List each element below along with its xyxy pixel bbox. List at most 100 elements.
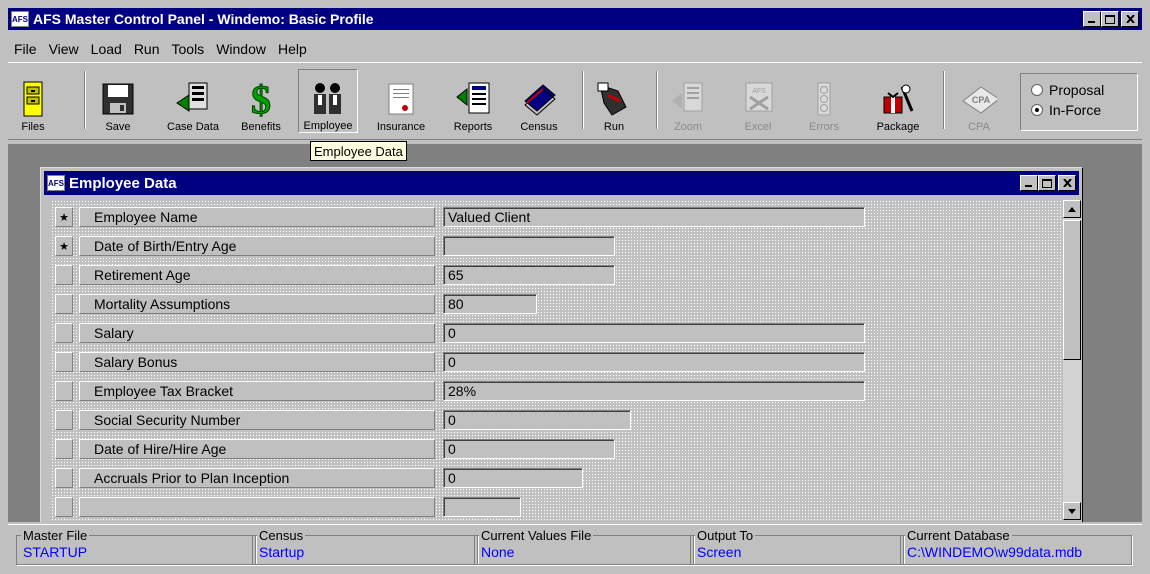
- proposal-radio-option[interactable]: Proposal: [1031, 80, 1137, 100]
- status-caption: Current Values File: [479, 528, 594, 543]
- cpa-button[interactable]: CPA CPA: [956, 69, 1002, 133]
- status-current-values-file: Current Values File None: [474, 528, 694, 565]
- field-value-input[interactable]: 0: [443, 410, 631, 430]
- zoom-button[interactable]: Zoom: [668, 69, 708, 133]
- insurance-label: Insurance: [376, 121, 426, 133]
- menu-file[interactable]: File: [14, 41, 37, 57]
- field-value-input[interactable]: 0: [443, 468, 583, 488]
- table-row: Mortality Assumptions 80: [51, 291, 1051, 317]
- row-selector[interactable]: [55, 497, 73, 517]
- minimize-icon[interactable]: [1083, 11, 1101, 27]
- cpa-label: CPA: [968, 121, 990, 133]
- menu-run[interactable]: Run: [134, 41, 160, 57]
- reports-button[interactable]: Reports: [448, 69, 498, 133]
- table-row: Salary 0: [51, 320, 1051, 346]
- afs-app-icon[interactable]: AFS: [11, 11, 29, 27]
- row-selector[interactable]: [55, 410, 73, 430]
- field-value-input[interactable]: 80: [443, 294, 537, 314]
- excel-button[interactable]: AFS Excel: [738, 69, 778, 133]
- errors-button[interactable]: Errors: [804, 69, 844, 133]
- field-label: Date of Birth/Entry Age: [79, 236, 435, 256]
- status-output-to: Output To Screen: [690, 528, 904, 565]
- benefits-button[interactable]: $ Benefits: [234, 69, 288, 133]
- scroll-up-icon[interactable]: [1063, 200, 1081, 218]
- main-title-bar[interactable]: AFS AFS Master Control Panel - Windemo: …: [8, 8, 1142, 30]
- menu-bar: File View Load Run Tools Window Help: [8, 38, 319, 60]
- package-button[interactable]: Package: [868, 69, 928, 133]
- field-value-input[interactable]: 0: [443, 439, 615, 459]
- window-title: AFS Master Control Panel - Windemo: Basi…: [33, 11, 374, 27]
- save-label: Save: [105, 121, 131, 133]
- status-value: None: [481, 544, 515, 560]
- census-button[interactable]: Census: [514, 69, 564, 133]
- child-title-bar[interactable]: AFS Employee Data: [44, 171, 1079, 195]
- insurance-button[interactable]: Insurance: [366, 69, 436, 133]
- table-row: [51, 494, 1051, 520]
- row-selector[interactable]: [55, 439, 73, 459]
- filing-cabinet-icon: [15, 81, 51, 117]
- close-icon[interactable]: [1058, 175, 1076, 191]
- required-star-icon[interactable]: ★: [55, 207, 73, 227]
- status-bar: Master File STARTUP Census Startup Curre…: [8, 524, 1142, 574]
- svg-text:AFS: AFS: [752, 88, 766, 95]
- files-button[interactable]: Files: [18, 69, 48, 133]
- minimize-icon[interactable]: [1020, 175, 1038, 191]
- reports-icon: [455, 81, 491, 117]
- excel-label: Excel: [744, 121, 772, 133]
- field-value-input[interactable]: 28%: [443, 381, 865, 401]
- run-button[interactable]: Run: [594, 69, 634, 133]
- field-value-input[interactable]: [443, 236, 615, 256]
- maximize-icon[interactable]: [1101, 11, 1119, 27]
- field-label: Retirement Age: [79, 265, 435, 285]
- field-label: Accruals Prior to Plan Inception: [79, 468, 435, 488]
- table-row: Salary Bonus 0: [51, 349, 1051, 375]
- required-star-icon[interactable]: ★: [55, 236, 73, 256]
- table-row: ★ Date of Birth/Entry Age: [51, 233, 1051, 259]
- scroll-thumb[interactable]: [1063, 220, 1081, 360]
- status-value: Startup: [259, 544, 305, 560]
- field-value-input[interactable]: 0: [443, 323, 865, 343]
- proposal-label: Proposal: [1049, 82, 1105, 98]
- menu-tools[interactable]: Tools: [172, 41, 205, 57]
- close-icon[interactable]: [1121, 11, 1139, 27]
- proposal-radio[interactable]: [1031, 84, 1043, 96]
- table-row: Date of Hire/Hire Age 0: [51, 436, 1051, 462]
- field-label: Employee Name: [79, 207, 435, 227]
- field-label: Salary: [79, 323, 435, 343]
- census-label: Census: [520, 121, 558, 133]
- menu-load[interactable]: Load: [91, 41, 122, 57]
- field-label: Social Security Number: [79, 410, 435, 430]
- in-force-radio-option[interactable]: In-Force: [1031, 100, 1137, 120]
- child-window-controls: [1020, 175, 1076, 191]
- field-value-input[interactable]: 65: [443, 265, 615, 285]
- menu-help[interactable]: Help: [278, 41, 307, 57]
- case-data-icon: [175, 81, 211, 117]
- field-value-input[interactable]: 0: [443, 352, 865, 372]
- gift-package-icon: [880, 81, 916, 117]
- row-selector[interactable]: [55, 294, 73, 314]
- field-value-input[interactable]: Valued Client: [443, 207, 865, 227]
- row-selector[interactable]: [55, 468, 73, 488]
- row-selector[interactable]: [55, 265, 73, 285]
- menu-window[interactable]: Window: [216, 41, 266, 57]
- status-caption: Output To: [695, 528, 756, 543]
- field-value-input[interactable]: [443, 497, 521, 517]
- status-caption: Census: [257, 528, 306, 543]
- case-data-button[interactable]: Case Data: [158, 69, 228, 133]
- maximize-icon[interactable]: [1038, 175, 1056, 191]
- save-button[interactable]: Save: [98, 69, 138, 133]
- package-label: Package: [876, 121, 920, 133]
- certificate-icon: [383, 81, 419, 117]
- afs-child-icon[interactable]: AFS: [47, 175, 65, 191]
- status-value: C:\WINDEMO\w99data.mdb: [907, 544, 1083, 560]
- employee-button[interactable]: Employee: [298, 69, 358, 133]
- vertical-scrollbar[interactable]: [1063, 200, 1081, 520]
- row-selector[interactable]: [55, 352, 73, 372]
- row-selector[interactable]: [55, 323, 73, 343]
- status-current-database: Current Database C:\WINDEMO\w99data.mdb: [900, 528, 1132, 565]
- toolbar-separator: [582, 71, 584, 129]
- row-selector[interactable]: [55, 381, 73, 401]
- menu-view[interactable]: View: [49, 41, 79, 57]
- in-force-radio[interactable]: [1031, 104, 1043, 116]
- scroll-down-icon[interactable]: [1063, 502, 1081, 520]
